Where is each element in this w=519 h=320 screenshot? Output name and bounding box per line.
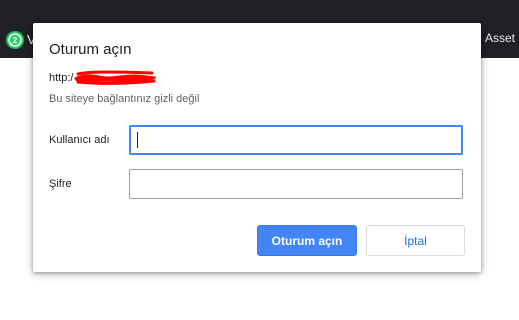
- password-input[interactable]: [129, 169, 463, 199]
- sign-in-dialog: Oturum açın http:/ Bu siteye bağlantınız…: [33, 23, 481, 272]
- username-label: Kullanıcı adı: [49, 134, 110, 146]
- sign-in-button[interactable]: Oturum açın: [257, 225, 357, 256]
- svg-text:2: 2: [13, 36, 18, 45]
- whatsapp-icon[interactable]: 2: [6, 31, 24, 49]
- username-input[interactable]: [129, 125, 463, 155]
- url-prefix: http:/: [49, 72, 74, 84]
- text-caret: [137, 132, 138, 148]
- site-url: http:/: [49, 70, 157, 85]
- dialog-title: Oturum açın: [49, 41, 132, 58]
- bookmark-label-asset: Asset S: [485, 31, 519, 45]
- password-label: Şifre: [49, 178, 72, 190]
- connection-warning: Bu siteye bağlantınız gizli değil: [49, 93, 200, 105]
- cancel-button[interactable]: İptal: [366, 225, 465, 256]
- url-redaction-mark: [74, 70, 157, 85]
